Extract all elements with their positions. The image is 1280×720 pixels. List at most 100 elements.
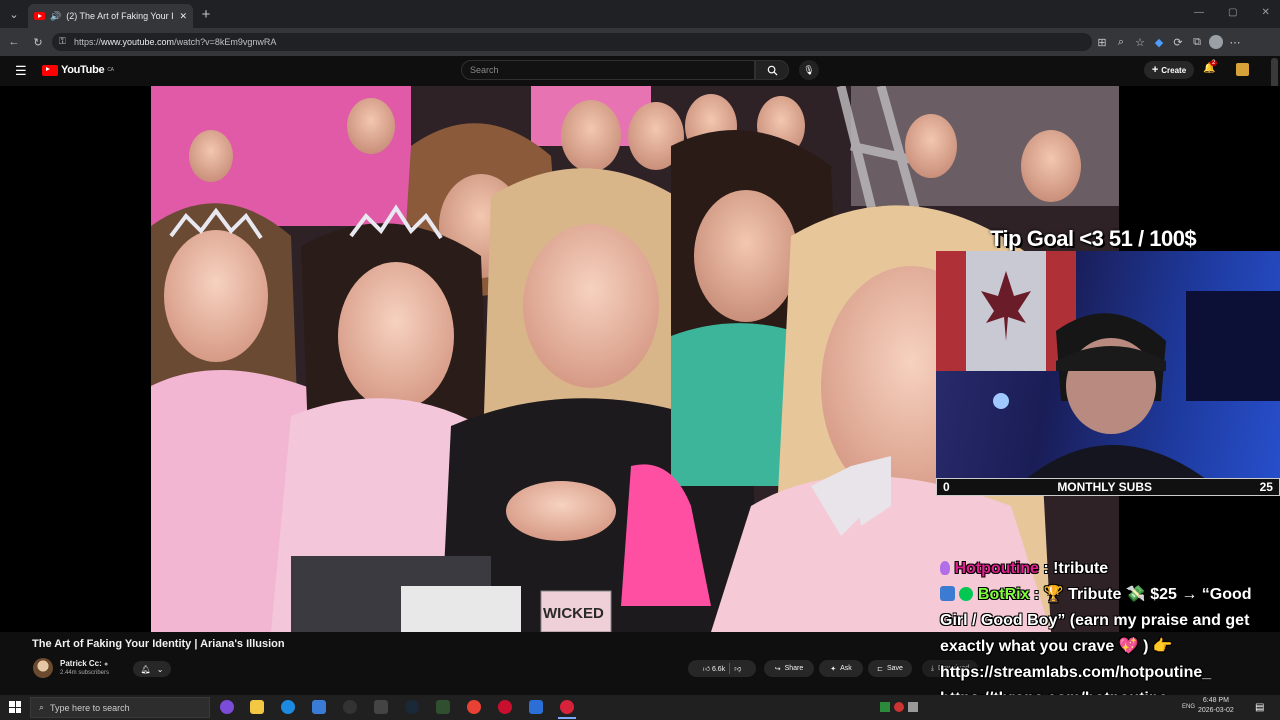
start-tile	[9, 707, 15, 713]
save-button[interactable]: ⊏ Save	[868, 660, 912, 677]
browser-tab[interactable]: 🔊 (2) The Art of Faking Your Ide ✕	[28, 4, 193, 28]
chat-username: Hotpoutine	[954, 560, 1039, 577]
clock-date: 2026-03-02	[1198, 707, 1234, 714]
verified-badge-icon	[959, 587, 974, 601]
share-arrow-icon: ↪	[774, 665, 781, 673]
taskbar-clock[interactable]: 6:48 PM 2026-03-02	[1198, 696, 1234, 716]
taskbar-search-input[interactable]: ⌕ Type here to search	[30, 697, 210, 718]
create-label: Create	[1161, 65, 1187, 75]
search-icon	[767, 65, 778, 76]
split-screen-icon[interactable]: ⊞	[1094, 34, 1110, 50]
bot-badge-icon	[940, 586, 955, 601]
subscription-bell-button[interactable]: 🔔︎ ⌄	[133, 661, 171, 677]
video-title: The Art of Faking Your Identity | Ariana…	[32, 638, 285, 650]
account-avatar[interactable]	[1236, 63, 1249, 76]
youtube-favicon-icon	[34, 12, 45, 20]
speaker-icon[interactable]: 🔊	[50, 11, 61, 22]
save-label: Save	[886, 665, 903, 672]
page-scrollbar[interactable]	[1271, 58, 1278, 88]
obs-icon[interactable]	[343, 700, 357, 714]
youtube-logo[interactable]: YouTube CA	[42, 64, 114, 76]
app-icon-active[interactable]	[560, 700, 574, 714]
system-tray-icons	[880, 702, 918, 712]
subs-min: 0	[943, 480, 950, 494]
app-icon-red[interactable]	[498, 700, 512, 714]
microphone-icon: 🎙	[803, 64, 815, 75]
voice-search-button[interactable]: 🎙	[799, 60, 819, 80]
extension-icon[interactable]: ◆	[1151, 34, 1167, 50]
country-code: CA	[107, 67, 114, 73]
chat-link: https://streamlabs.com/hotpoutine_	[940, 664, 1212, 681]
share-button[interactable]: ↪ Share	[764, 660, 814, 677]
notifications-button[interactable]: 🔔 2	[1203, 60, 1218, 74]
taskbar-search-placeholder: Type here to search	[50, 702, 130, 713]
thumbs-up-icon: 👍︎	[702, 666, 711, 673]
tray-icon[interactable]	[908, 702, 918, 712]
more-options-icon[interactable]: ⋯	[1227, 34, 1243, 50]
browser-extension-icons: ⊞ ⌕ ☆ ◆ ⟳ ⧉ ⋯	[1094, 34, 1243, 50]
like-button[interactable]: 👍︎ 6.6k	[703, 664, 726, 673]
tray-icon[interactable]	[880, 702, 890, 712]
copilot-icon[interactable]	[220, 700, 234, 714]
notification-center-icon[interactable]: ▤	[1255, 702, 1264, 713]
app-icon-blue-2[interactable]	[529, 700, 543, 714]
subs-max: 25	[1259, 480, 1273, 494]
tab-close-icon[interactable]: ✕	[179, 11, 187, 22]
tab-actions-chevron-icon[interactable]: ⌄	[6, 6, 22, 22]
wicked-sign-text: WICKED	[543, 605, 604, 622]
like-dislike-group: 👍︎ 6.6k 👎︎	[688, 660, 756, 677]
tray-icon[interactable]	[894, 702, 904, 712]
download-icon: ⤓	[930, 664, 934, 672]
url-host: www.youtube.com	[101, 37, 175, 47]
sparkle-icon: ✦	[830, 665, 837, 673]
favorite-star-icon[interactable]: ☆	[1132, 34, 1148, 50]
chrome-icon[interactable]	[467, 700, 481, 714]
windows-start-icon[interactable]	[9, 701, 21, 713]
refresh-extension-icon[interactable]: ⟳	[1170, 34, 1186, 50]
collections-icon[interactable]: ⧉	[1189, 34, 1205, 50]
streamer-webcam	[936, 251, 1280, 479]
active-app-indicator	[558, 717, 576, 719]
tab-title: (2) The Art of Faking Your Ide	[66, 11, 175, 21]
new-tab-icon[interactable]: +	[198, 6, 214, 23]
back-icon[interactable]: ←	[6, 34, 22, 50]
address-bar[interactable]: ⚿ https://www.youtube.com/watch?v=8kEm9v…	[52, 33, 1092, 51]
site-info-icon[interactable]: ⚿	[59, 36, 66, 47]
ask-button[interactable]: ✦ Ask	[819, 660, 863, 677]
edge-icon[interactable]	[281, 700, 295, 714]
youtube-logo-text: YouTube	[61, 64, 105, 76]
steam-icon[interactable]	[405, 700, 419, 714]
like-divider	[729, 663, 731, 674]
settings-gear-icon[interactable]	[374, 700, 388, 714]
channel-name-label: Patrick Cc:	[60, 659, 102, 668]
start-tile	[15, 701, 21, 707]
dislike-button[interactable]: 👎︎	[734, 664, 741, 673]
profile-avatar-icon[interactable]	[1208, 34, 1224, 50]
bookmark-icon: ⊏	[877, 665, 883, 673]
create-button[interactable]: + Create	[1144, 61, 1194, 79]
channel-avatar[interactable]	[33, 658, 53, 678]
language-indicator[interactable]: ENG	[1182, 704, 1195, 710]
channel-name[interactable]: Patrick Cc: ●	[60, 659, 108, 668]
tip-goal-text: Tip Goal <3 51 / 100$	[990, 226, 1197, 251]
webcam-image	[936, 251, 1280, 479]
hamburger-menu-icon[interactable]: ☰	[15, 63, 27, 79]
search-input[interactable]: Search	[461, 60, 755, 80]
share-label: Share	[784, 665, 804, 672]
search-button[interactable]	[755, 60, 789, 80]
window-close-icon[interactable]: ✕	[1261, 7, 1269, 18]
reload-icon[interactable]: ↻	[30, 34, 46, 50]
chat-overlay: Hotpoutine : !tribute BotRix : 🏆 Tribute…	[936, 556, 1280, 712]
file-explorer-icon[interactable]	[250, 700, 264, 714]
app-icon-blue[interactable]	[312, 700, 326, 714]
maximize-icon[interactable]: ▢	[1228, 7, 1237, 18]
app-icon-green[interactable]	[436, 700, 450, 714]
chat-username: BotRix	[977, 586, 1030, 603]
user-badge-icon	[940, 561, 950, 575]
zoom-icon[interactable]: ⌕	[1113, 34, 1129, 50]
bell-outline-icon: 🔔︎	[140, 664, 151, 674]
window-controls: — ▢ ✕	[1194, 7, 1270, 18]
subscriber-count: 2.44m subscribers	[60, 670, 110, 676]
verified-icon: ●	[104, 661, 109, 668]
minimize-icon[interactable]: —	[1194, 7, 1204, 18]
